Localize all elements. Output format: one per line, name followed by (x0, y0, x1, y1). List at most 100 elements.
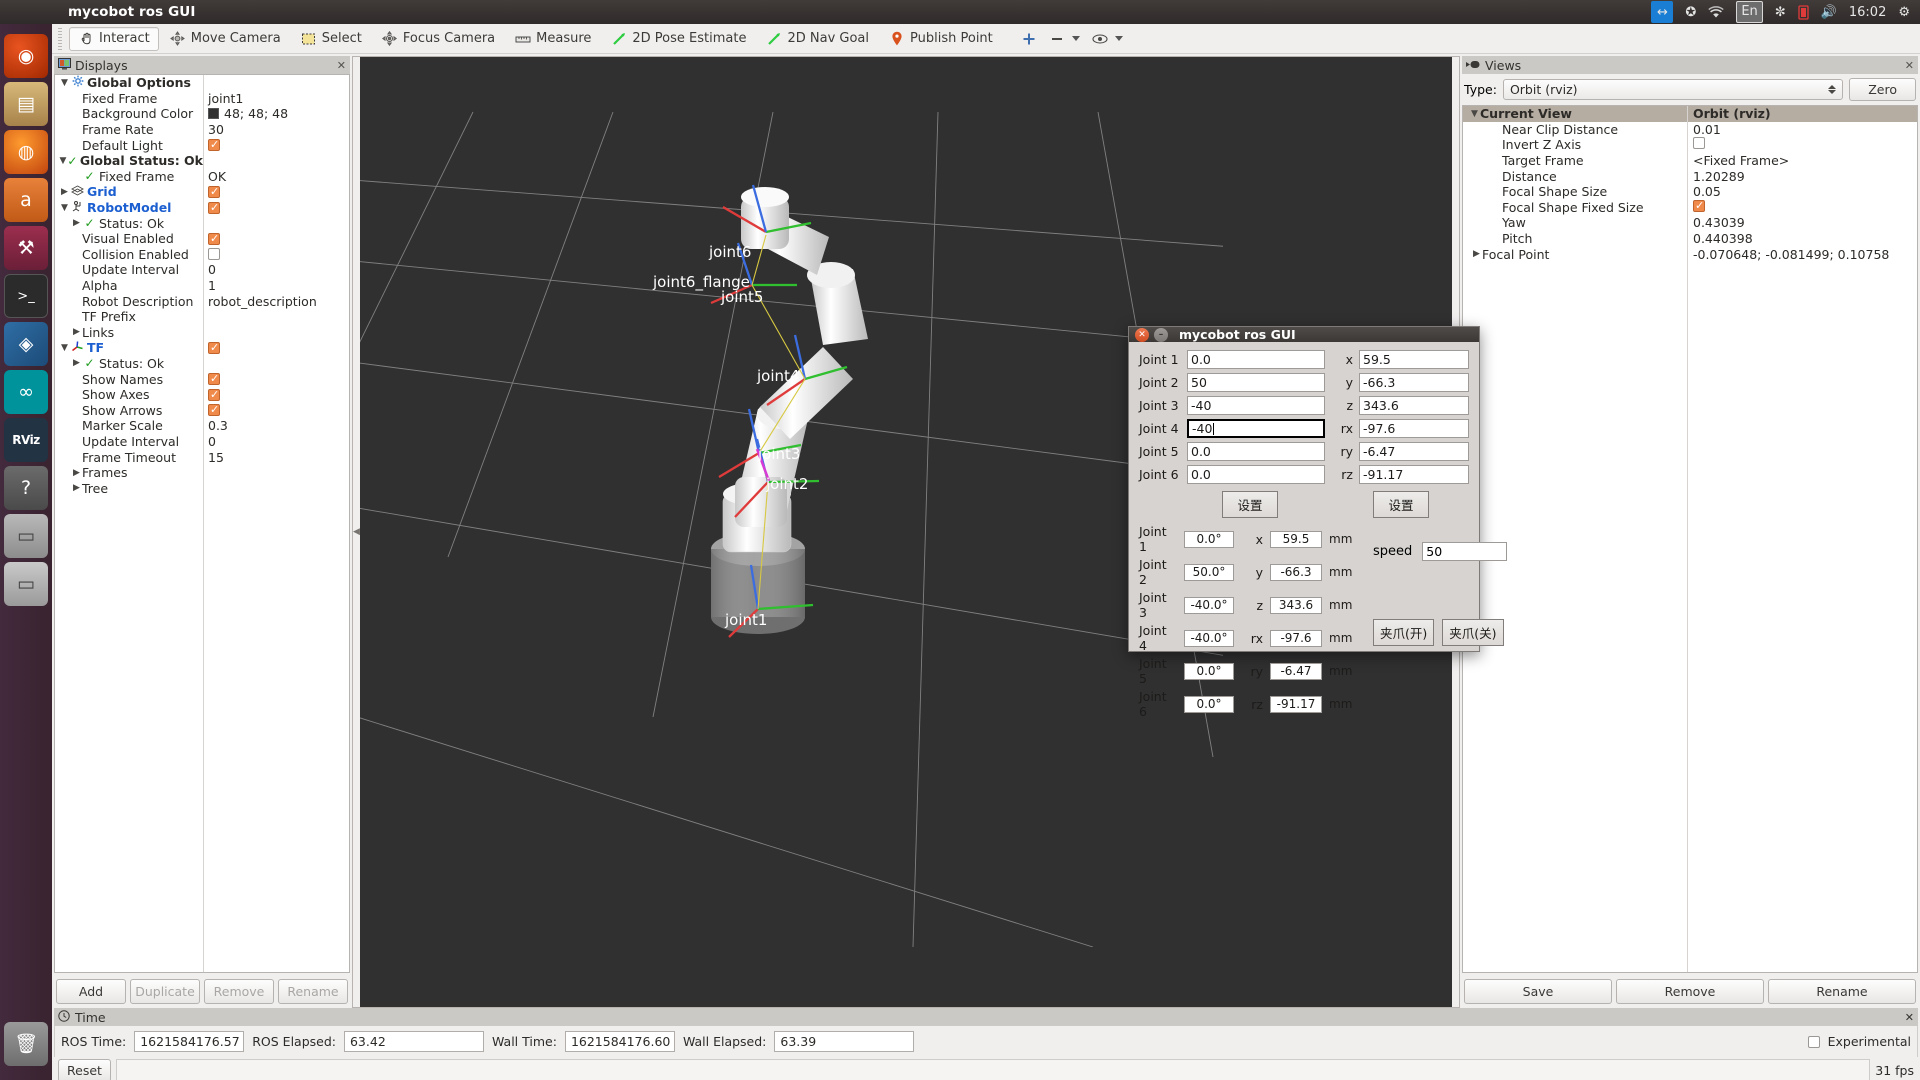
displays-row-value[interactable] (203, 373, 349, 385)
joint-input-1[interactable]: 0.0 (1187, 350, 1325, 369)
displays-row-show-names[interactable]: Show Names (55, 371, 349, 387)
displays-row-grid[interactable]: ▶Grid (55, 184, 349, 200)
displays-row-checkbox[interactable] (208, 389, 220, 401)
displays-row-fixed-frame[interactable]: ✓Fixed FrameOK (55, 169, 349, 185)
coord-input-rx[interactable]: -97.6 (1359, 419, 1469, 438)
joint-input-2[interactable]: 50 (1187, 373, 1325, 392)
displays-row-frames[interactable]: ▶Frames (55, 465, 349, 481)
displays-row-value[interactable] (203, 342, 349, 354)
joint-input-4[interactable]: -40 (1187, 419, 1325, 438)
displays-row-fixed-frame[interactable]: Fixed Framejoint1 (55, 91, 349, 107)
views-row-value[interactable] (1687, 200, 1917, 215)
displays-row-checkbox[interactable] (208, 373, 220, 385)
displays-row-value[interactable]: joint1 (203, 91, 349, 106)
joint-input-3[interactable]: -40 (1187, 396, 1325, 415)
displays-row-status-ok[interactable]: ▶✓Status: Ok (55, 215, 349, 231)
displays-row-default-light[interactable]: Default Light (55, 137, 349, 153)
displays-row-checkbox[interactable] (208, 233, 220, 245)
displays-row-value[interactable]: 48; 48; 48 (203, 106, 349, 121)
displays-row-value[interactable] (203, 404, 349, 416)
coord-input-y[interactable]: -66.3 (1359, 373, 1469, 392)
launcher-item-terminal[interactable]: >_ (4, 274, 48, 318)
tool-focus-camera[interactable]: Focus Camera (373, 27, 504, 51)
rename-display-button[interactable]: Rename (278, 979, 348, 1004)
view-type-select[interactable]: Orbit (rviz) (1503, 79, 1843, 100)
tool-select[interactable]: Select (292, 27, 371, 51)
shield-icon[interactable]: ✪ (1685, 1, 1696, 23)
dialog-titlebar[interactable]: ✕ – mycobot ros GUI (1129, 327, 1479, 342)
views-row-value[interactable]: 0.01 (1687, 122, 1917, 137)
displays-row-value[interactable]: OK (203, 169, 349, 184)
displays-row-checkbox[interactable] (208, 186, 220, 198)
views-row-near-clip-distance[interactable]: Near Clip Distance0.01 (1463, 122, 1917, 138)
gear-icon[interactable]: ⚙ (1898, 1, 1910, 23)
views-row-value[interactable]: 0.440398 (1687, 231, 1917, 246)
tree-expand-arrow[interactable]: ▶ (71, 468, 82, 478)
tool-publish-point[interactable]: Publish Point (880, 27, 1002, 51)
views-row-value[interactable]: 1.20289 (1687, 169, 1917, 184)
launcher-item-firefox[interactable]: ◍ (4, 130, 48, 174)
displays-row-checkbox[interactable] (208, 404, 220, 416)
ros-time-value[interactable]: 1621584176.57 (134, 1031, 244, 1052)
tool-2d-pose-estimate[interactable]: 2D Pose Estimate (602, 27, 755, 51)
rename-view-button[interactable]: Rename (1768, 979, 1916, 1004)
input-method-indicator[interactable]: En (1736, 1, 1762, 23)
launcher-item-disk-usage[interactable]: ▭ (4, 562, 48, 606)
battery-icon[interactable] (1798, 1, 1809, 23)
speed-input[interactable]: 50 (1422, 542, 1507, 561)
displays-close-icon[interactable]: ✕ (337, 59, 346, 72)
toolbar-grip[interactable] (56, 28, 64, 50)
views-row-value[interactable]: <Fixed Frame> (1687, 153, 1917, 168)
displays-row-show-axes[interactable]: Show Axes (55, 387, 349, 403)
tree-expand-arrow[interactable]: ▼ (59, 343, 70, 353)
add-tool-button[interactable] (1016, 27, 1042, 51)
coord-input-rz[interactable]: -91.17 (1359, 465, 1469, 484)
displays-row-show-arrows[interactable]: Show Arrows (55, 402, 349, 418)
views-row-checkbox[interactable] (1693, 137, 1705, 149)
displays-row-value[interactable]: 30 (203, 122, 349, 137)
views-row-value[interactable]: -0.070648; -0.081499; 0.10758 (1687, 247, 1917, 262)
tree-expand-arrow[interactable]: ▼ (59, 78, 70, 88)
chevron-down-icon[interactable] (1072, 36, 1080, 41)
launcher-item-help[interactable]: ? (4, 466, 48, 510)
views-tree[interactable]: ▼ Current View Orbit (rviz) Near Clip Di… (1462, 105, 1918, 973)
duplicate-display-button[interactable]: Duplicate (130, 979, 200, 1004)
displays-row-visual-enabled[interactable]: Visual Enabled (55, 231, 349, 247)
views-row-focal-point[interactable]: ▶Focal Point-0.070648; -0.081499; 0.1075… (1463, 246, 1917, 262)
displays-row-status-ok[interactable]: ▶✓Status: Ok (55, 356, 349, 372)
displays-row-checkbox[interactable] (208, 139, 220, 151)
views-row-distance[interactable]: Distance1.20289 (1463, 168, 1917, 184)
wifi-icon[interactable] (1708, 1, 1724, 23)
coord-input-ry[interactable]: -6.47 (1359, 442, 1469, 461)
views-expand-arrow[interactable]: ▼ (1469, 109, 1480, 119)
displays-row-value[interactable] (203, 248, 349, 260)
visibility-button[interactable] (1087, 27, 1128, 51)
save-view-button[interactable]: Save (1464, 979, 1612, 1004)
displays-row-value[interactable]: 0 (203, 262, 349, 277)
displays-row-links[interactable]: ▶Links (55, 325, 349, 341)
time-close-icon[interactable]: ✕ (1905, 1011, 1914, 1024)
left-splitter-handle[interactable]: ◀ (353, 57, 360, 1007)
displays-row-value[interactable]: 1 (203, 278, 349, 293)
displays-row-value[interactable]: robot_description (203, 294, 349, 309)
launcher-item-archive-manager[interactable]: ▭ (4, 514, 48, 558)
displays-row-global-status-ok[interactable]: ▼✓Global Status: Ok (55, 153, 349, 169)
tool-2d-nav-goal[interactable]: 2D Nav Goal (757, 27, 878, 51)
experimental-checkbox[interactable] (1808, 1036, 1820, 1048)
views-row-checkbox[interactable] (1693, 200, 1705, 212)
displays-row-global-options[interactable]: ▼Global Options (55, 75, 349, 91)
views-row-value[interactable] (1687, 137, 1917, 152)
displays-row-alpha[interactable]: Alpha1 (55, 278, 349, 294)
displays-tree[interactable]: ▼Global OptionsFixed Framejoint1Backgrou… (54, 74, 350, 973)
views-row-invert-z-axis[interactable]: Invert Z Axis (1463, 137, 1917, 153)
displays-row-checkbox[interactable] (208, 202, 220, 214)
views-row-value[interactable]: 0.43039 (1687, 215, 1917, 230)
displays-row-value[interactable] (203, 202, 349, 214)
remove-tool-button[interactable] (1044, 27, 1085, 51)
ros-elapsed-value[interactable]: 63.42 (344, 1031, 484, 1052)
views-row-yaw[interactable]: Yaw0.43039 (1463, 215, 1917, 231)
mycobot-gui-dialog[interactable]: ✕ – mycobot ros GUI Joint 10.0x59.5Joint… (1128, 326, 1480, 652)
displays-row-value[interactable]: 15 (203, 450, 349, 465)
joint-input-6[interactable]: 0.0 (1187, 465, 1325, 484)
launcher-item-trash[interactable]: 🗑 (4, 1022, 48, 1066)
